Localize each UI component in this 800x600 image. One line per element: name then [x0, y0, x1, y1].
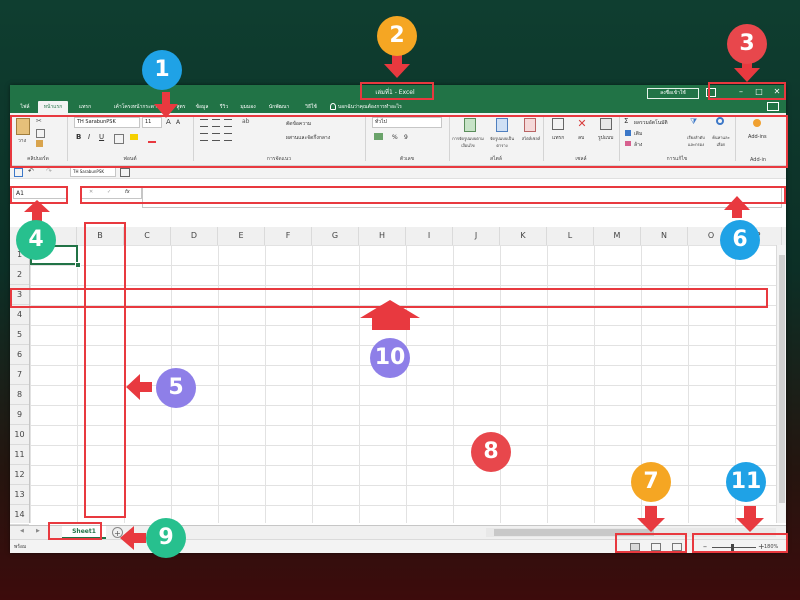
- arrow-2: [384, 54, 410, 78]
- annotation-3: 3: [727, 24, 767, 64]
- annotation-8: 8: [471, 432, 511, 472]
- annotation-arrows: [24, 54, 764, 550]
- arrow-1: [154, 92, 178, 118]
- arrow-6: [724, 196, 750, 218]
- arrow-10: [360, 300, 420, 330]
- annotation-9: 9: [146, 518, 186, 558]
- annotation-7: 7: [631, 462, 671, 502]
- annotation-5: 5: [156, 368, 196, 408]
- arrow-9: [120, 526, 146, 550]
- annotation-4: 4: [16, 220, 56, 260]
- annotation-11: 11: [726, 462, 766, 502]
- arrow-7: [637, 506, 665, 532]
- arrow-11: [736, 506, 764, 532]
- annotation-6: 6: [720, 220, 760, 260]
- annotation-1: 1: [142, 50, 182, 90]
- annotation-10: 10: [370, 338, 410, 378]
- annotation-2: 2: [377, 16, 417, 56]
- arrow-5: [126, 374, 152, 400]
